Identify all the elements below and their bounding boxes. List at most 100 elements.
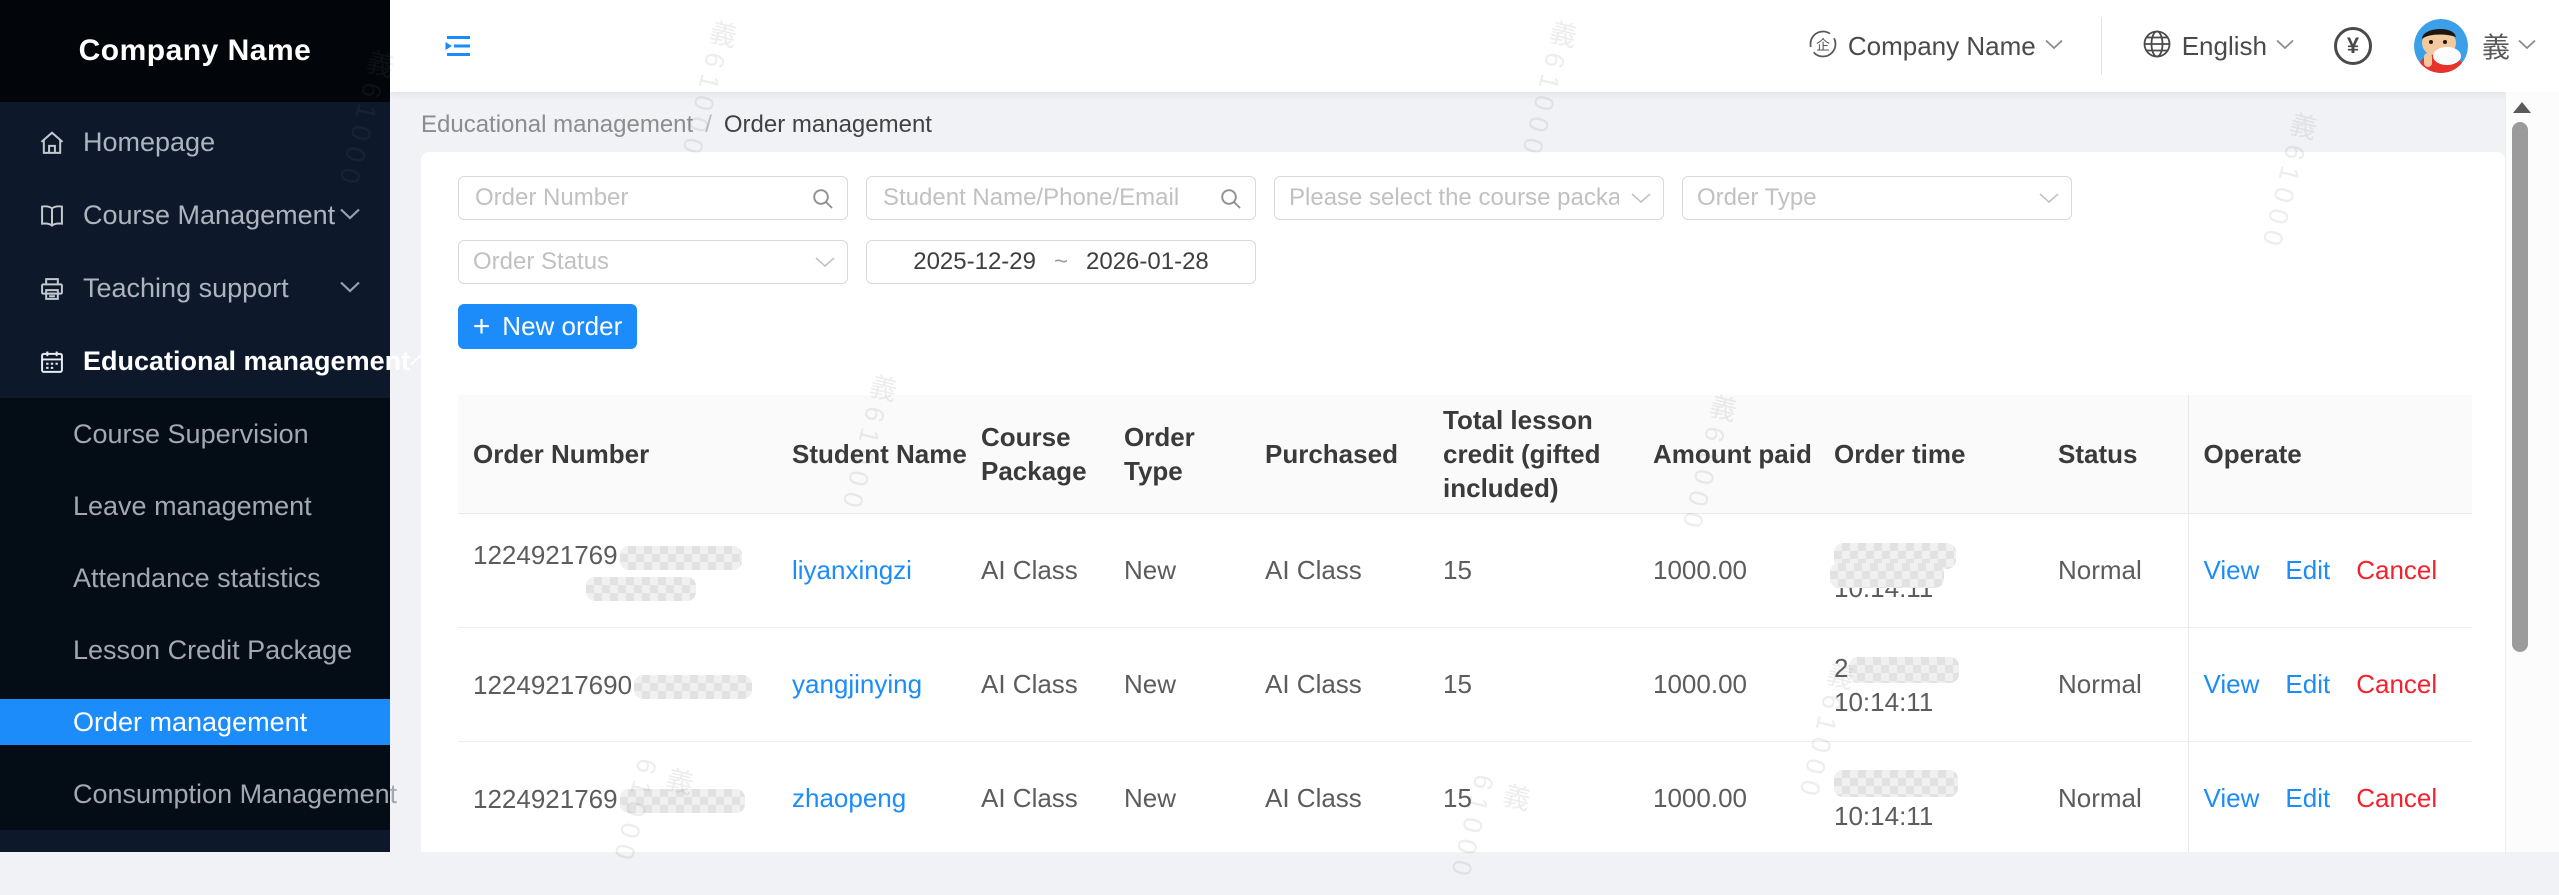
scroll-up-icon[interactable]	[2513, 102, 2531, 113]
col-order-number: Order Number	[458, 395, 777, 514]
language-switcher[interactable]: English	[2142, 29, 2294, 64]
menu-fold-icon[interactable]	[444, 33, 472, 59]
cell-operate: View Edit Cancel	[2188, 742, 2472, 853]
masked-block	[620, 789, 745, 813]
cell-amount-paid: 1000.00	[1638, 742, 1819, 853]
order-status-placeholder: Order Status	[473, 248, 609, 276]
logo-text: Company Name	[79, 34, 312, 68]
calendar-icon	[38, 348, 66, 376]
cell-course-package: AI Class	[966, 514, 1109, 628]
view-link[interactable]: View	[2204, 783, 2260, 813]
avatar[interactable]	[2414, 19, 2468, 73]
sidebar-item-order-management[interactable]: Order management	[0, 686, 390, 758]
chevron-down-icon	[340, 280, 360, 298]
date-range-picker[interactable]: 2025-12-29 ~ 2026-01-28	[866, 240, 1256, 284]
sidebar-item-teaching-support[interactable]: Teaching support	[0, 252, 390, 325]
sidebar-item-course-management[interactable]: Course Management	[0, 179, 390, 252]
col-course-package: Course Package	[966, 395, 1109, 514]
date-range-separator: ~	[1054, 248, 1068, 276]
view-link[interactable]: View	[2204, 555, 2260, 585]
chevron-down-icon	[340, 207, 360, 225]
company-switcher[interactable]: 企 Company Name	[1808, 29, 2063, 64]
edit-link[interactable]: Edit	[2285, 669, 2330, 699]
chevron-down-icon	[2276, 37, 2294, 55]
sidebar-item-educational-management[interactable]: Educational management	[0, 325, 390, 398]
vertical-scrollbar[interactable]	[2505, 92, 2559, 852]
plus-icon: +	[473, 312, 491, 342]
order-number-field	[458, 176, 848, 220]
new-order-button[interactable]: + New order	[458, 304, 637, 349]
col-student-name: Student Name	[777, 395, 966, 514]
edit-link[interactable]: Edit	[2285, 783, 2330, 813]
cell-student-name: zhaopeng	[777, 742, 966, 853]
chevron-up-icon	[410, 353, 430, 371]
student-link[interactable]: zhaopeng	[792, 783, 906, 813]
sidebar-subitem-label: Leave management	[73, 491, 312, 522]
svg-text:企: 企	[1816, 37, 1830, 54]
user-menu[interactable]: 義	[2468, 26, 2536, 66]
search-icon[interactable]	[1219, 187, 1243, 216]
breadcrumb-parent[interactable]: Educational management	[421, 111, 693, 139]
cell-order-time: 10:14:11	[1819, 742, 2043, 853]
edit-link[interactable]: Edit	[2285, 555, 2330, 585]
company-name-label: Company Name	[1848, 31, 2036, 62]
sidebar-item-label: Homepage	[83, 127, 215, 158]
cell-amount-paid: 1000.00	[1638, 514, 1819, 628]
course-package-placeholder: Please select the course package	[1289, 184, 1619, 212]
sidebar-item-lesson-credit-package[interactable]: Lesson Credit Package	[0, 614, 390, 686]
order-type-placeholder: Order Type	[1697, 184, 1817, 212]
order-number-input[interactable]	[473, 183, 807, 213]
sidebar-item-attendance-statistics[interactable]: Attendance statistics	[0, 542, 390, 614]
view-link[interactable]: View	[2204, 669, 2260, 699]
currency-yen-icon[interactable]: ¥	[2334, 27, 2372, 65]
sidebar-item-course-supervision[interactable]: Course Supervision	[0, 398, 390, 470]
order-type-select[interactable]: Order Type	[1682, 176, 2072, 220]
student-link[interactable]: liyanxingzi	[792, 555, 912, 585]
breadcrumb-current: Order management	[724, 111, 932, 139]
order-status-select[interactable]: Order Status	[458, 240, 848, 284]
cancel-link[interactable]: Cancel	[2356, 669, 2437, 699]
cell-order-number: 1224921769	[458, 514, 777, 628]
order-date-text: 2	[1834, 653, 1848, 683]
sidebar-subitem-label: Course Supervision	[73, 419, 309, 450]
student-search-input[interactable]	[881, 183, 1215, 213]
course-package-select[interactable]: Please select the course package	[1274, 176, 1664, 220]
sidebar-subitem-label: Attendance statistics	[73, 563, 321, 594]
cancel-link[interactable]: Cancel	[2356, 783, 2437, 813]
cell-order-type: New	[1109, 742, 1250, 853]
sidebar-subitem-label: Order management	[73, 707, 307, 738]
content-area: Educational management / Order managemen…	[390, 92, 2505, 852]
search-icon[interactable]	[811, 187, 835, 216]
scrollbar-thumb[interactable]	[2512, 122, 2528, 652]
sidebar-item-leave-management[interactable]: Leave management	[0, 470, 390, 542]
new-order-label: New order	[502, 311, 622, 342]
sidebar-item-label: Course Management	[83, 200, 335, 231]
sidebar-submenu: Course Supervision Leave management Atte…	[0, 398, 390, 830]
cell-purchased: AI Class	[1250, 628, 1428, 742]
table-header-row: Order Number Student Name Course Package…	[458, 395, 2472, 514]
date-end-value[interactable]: 2026-01-28	[1086, 248, 1209, 276]
cell-order-number: 12249217690	[458, 628, 777, 742]
chevron-down-icon	[1631, 187, 1651, 214]
order-number-text: 1224921769	[473, 784, 618, 814]
cancel-link[interactable]: Cancel	[2356, 555, 2437, 585]
sidebar-item-label: Educational management	[83, 346, 410, 377]
date-start-value[interactable]: 2025-12-29	[913, 248, 1036, 276]
student-link[interactable]: yangjinying	[792, 669, 922, 699]
company-icon: 企	[1808, 29, 1838, 64]
masked-block	[634, 675, 752, 699]
masked-block	[586, 577, 696, 601]
table-row: 12249217690 yangjinying AI Class New AI …	[458, 628, 2472, 742]
masked-block	[1849, 657, 1959, 683]
order-management-card: Please select the course package Order T…	[421, 152, 2505, 852]
table-row: 1224921769 zhaopeng AI Class New AI Clas…	[458, 742, 2472, 853]
course-book-icon	[38, 202, 66, 230]
col-status: Status	[2043, 395, 2188, 514]
filter-row-1: Please select the course package Order T…	[458, 176, 2472, 220]
sidebar-item-homepage[interactable]: Homepage	[0, 106, 390, 179]
order-number-text: 12249217690	[473, 670, 632, 700]
masked-block	[620, 546, 742, 570]
table-row: 1224921769 liyanxingzi AI Class New AI C…	[458, 514, 2472, 628]
cell-amount-paid: 1000.00	[1638, 628, 1819, 742]
sidebar-item-consumption-management[interactable]: Consumption Management	[0, 758, 390, 830]
